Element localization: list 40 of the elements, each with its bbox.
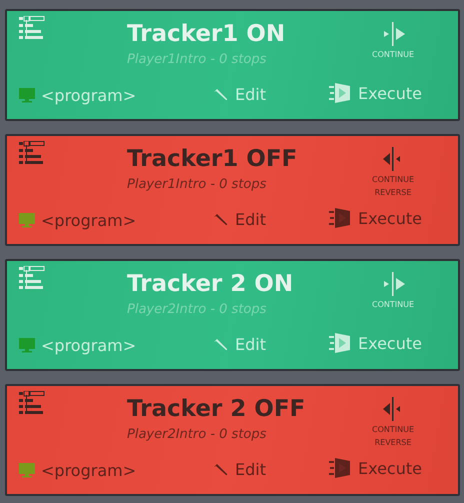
tracker-title: Tracker1 ON [127,21,286,47]
tracker-subtitle: Player1Intro - 0 stops [127,52,268,66]
pencil-icon [214,462,228,476]
monitor-icon [19,212,35,228]
tracker-list-icon [19,16,45,42]
tracker-list-icon [19,391,45,417]
execute-icon [329,83,351,103]
monitor-icon [19,338,35,352]
tracker-title: Tracker 2 ON [127,271,294,297]
continue-label: CONTINUE [370,299,415,311]
tracker-title: Tracker 2 OFF [127,396,306,422]
program-label: <program> [41,86,136,104]
execute-icon [329,208,351,228]
execute-button[interactable]: Execute [329,458,422,478]
continue-label: CONTINUE [370,49,415,61]
edit-button[interactable]: Edit [214,84,266,104]
program-label: <program> [41,336,136,354]
execute-button[interactable]: Execute [329,83,422,103]
pencil-icon [214,212,228,226]
program-label: <program> [41,210,136,230]
execute-icon [329,333,351,353]
pencil-icon [214,337,228,352]
continue-label: CONTINUE REVERSE [370,424,415,449]
execute-button[interactable]: Execute [329,208,422,228]
pencil-icon [214,87,228,102]
tracker-subtitle: Player1Intro - 0 stops [127,176,268,192]
tracker-list-icon [19,141,45,167]
execute-button[interactable]: Execute [329,333,422,353]
edit-button[interactable]: Edit [214,210,266,229]
continue-label: CONTINUE REVERSE [370,174,415,199]
monitor-icon [19,88,35,102]
tracker-subtitle: Player2Intro - 0 stops [127,302,268,316]
tracker-subtitle: Player2Intro - 0 stops [127,426,268,442]
monitor-icon [19,462,35,478]
tracker-title: Tracker1 OFF [127,146,298,172]
edit-button[interactable]: Edit [214,334,266,354]
tracker-list-icon [19,266,45,292]
edit-button[interactable]: Edit [214,460,266,479]
execute-icon [329,458,351,478]
program-label: <program> [41,460,136,480]
